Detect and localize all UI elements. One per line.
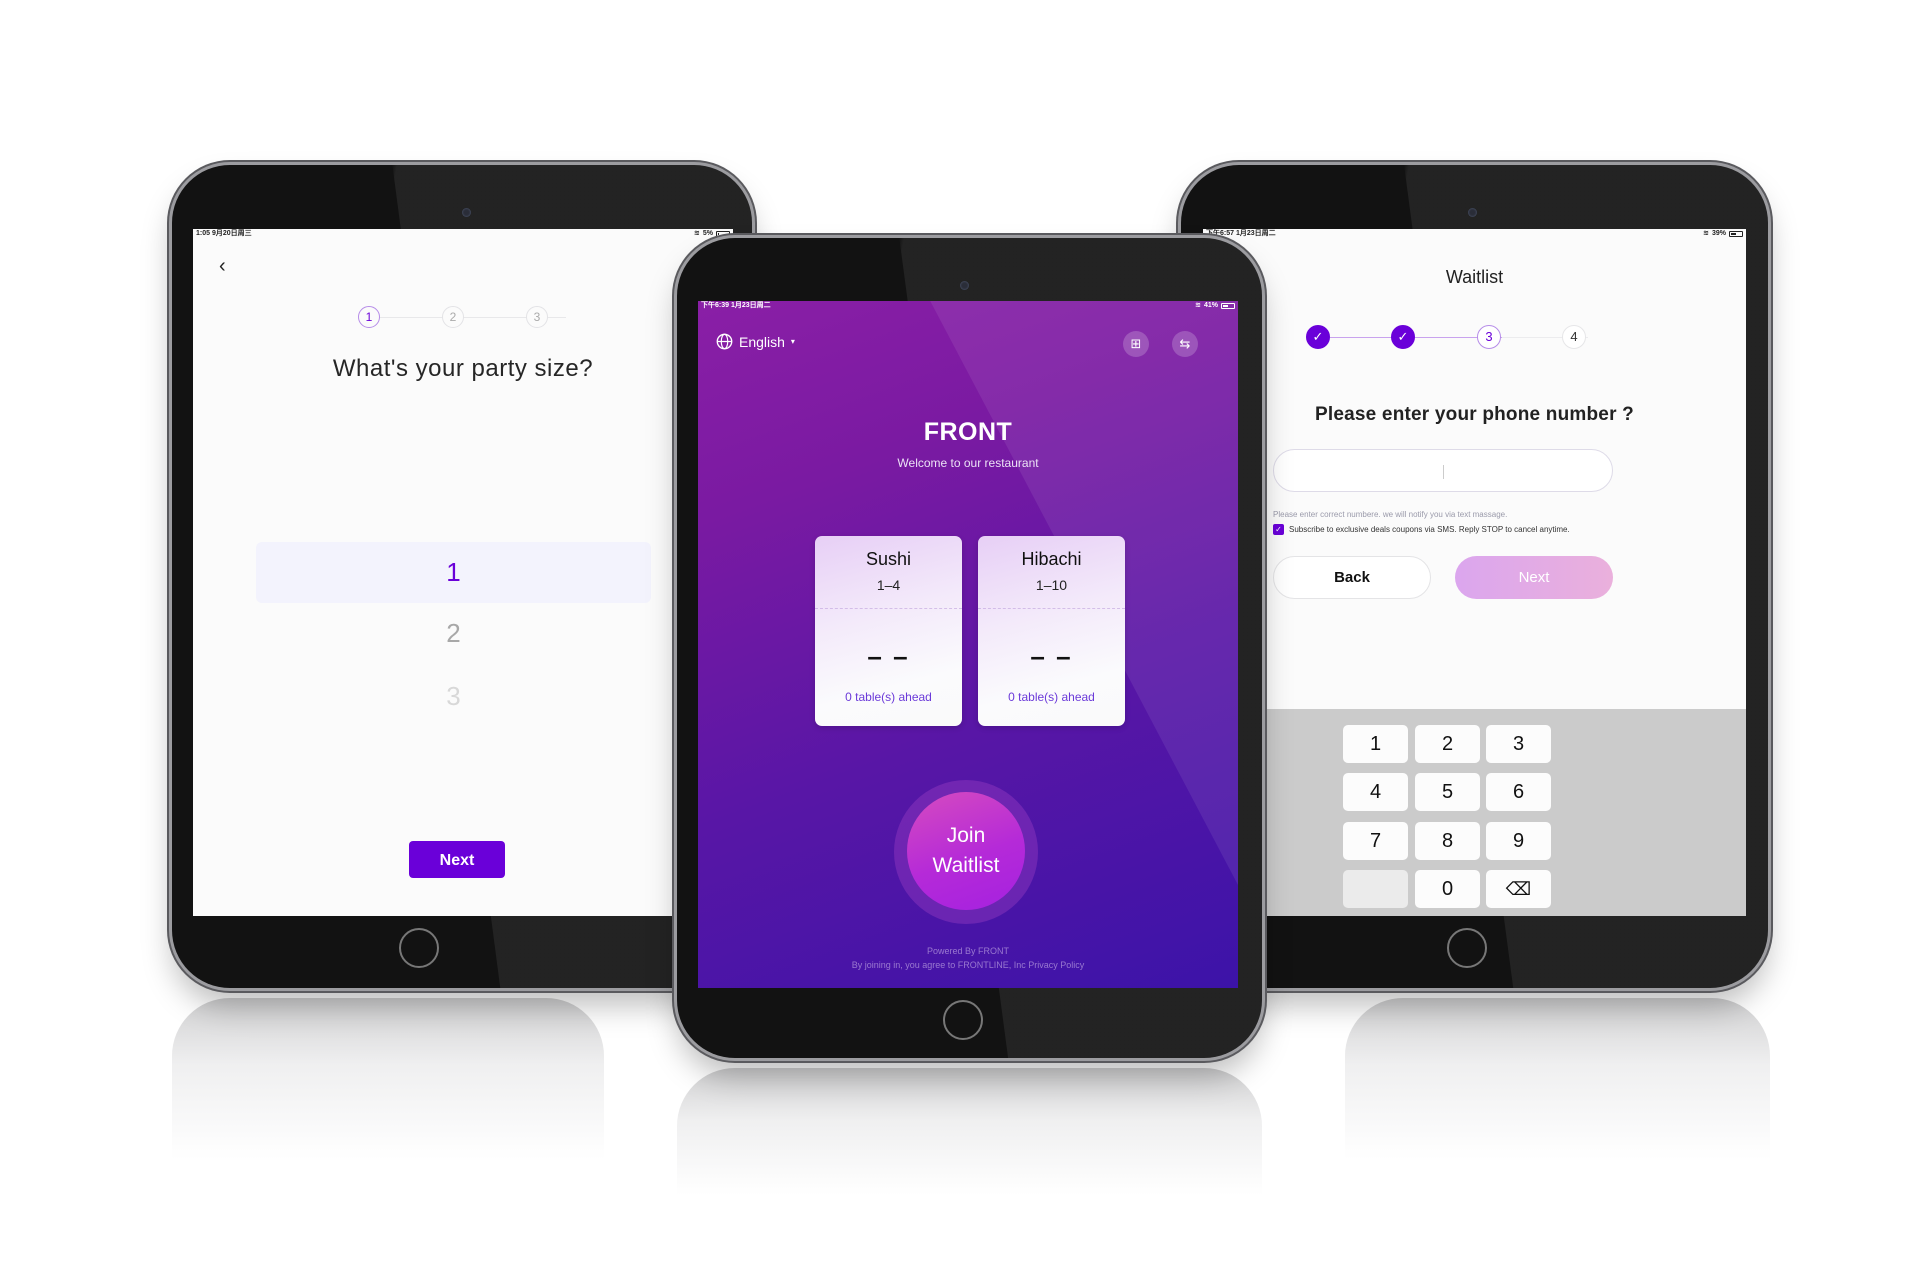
back-button[interactable]: Back (1273, 556, 1431, 599)
wifi-icon: ≋ (694, 230, 700, 237)
backspace-icon: ⌫ (1505, 879, 1532, 899)
left-tablet: 1:05 9月20日周三 ≋ 5% ‹ 1 2 3 What's your par… (172, 165, 752, 988)
backspace-key[interactable]: ⌫ (1486, 870, 1551, 908)
step-2: 2 (442, 306, 464, 328)
status-bar: 下午6:39 1月23日周二 ≋ 41% (698, 301, 1238, 311)
center-tablet-reflection (677, 1068, 1262, 1218)
card-divider (978, 608, 1125, 609)
right-tablet: 下午6:57 1月23日周二 ≋ 39% Waitlist ✓ ✓ 3 4 Ple… (1181, 165, 1768, 988)
phone-entry-screen: 下午6:57 1月23日周二 ≋ 39% Waitlist ✓ ✓ 3 4 Ple… (1203, 229, 1746, 916)
battery-icon (716, 231, 730, 237)
subscribe-row[interactable]: ✓ Subscribe to exclusive deals coupons v… (1273, 524, 1570, 535)
language-label: English (739, 333, 785, 350)
party-option-1[interactable]: 1 (256, 542, 651, 603)
powered-by: Powered By FRONT (926, 946, 1010, 956)
card-divider (815, 608, 962, 609)
next-button[interactable]: Next (409, 841, 505, 878)
key-0[interactable]: 0 (1415, 870, 1480, 908)
globe-icon (716, 333, 733, 350)
qr-code-button[interactable]: ⊞ (1123, 331, 1149, 357)
key-8[interactable]: 8 (1415, 822, 1480, 860)
step-2-done: ✓ (1391, 325, 1415, 349)
queue-card-hibachi[interactable]: Hibachi 1–10 – – 0 table(s) ahead (978, 536, 1125, 726)
welcome-screen: 下午6:39 1月23日周二 ≋ 41% English ▾ ⊞ ⇆ FRONT … (698, 301, 1238, 988)
phone-hint: Please enter correct numbere. we will no… (1273, 510, 1508, 519)
queue-party-range: 1–4 (876, 577, 901, 593)
join-waitlist-button[interactable]: Join Waitlist (907, 792, 1025, 910)
step-3-current: 3 (1477, 325, 1501, 349)
exit-button[interactable]: ⇆ (1172, 331, 1198, 357)
wifi-icon: ≋ (1195, 302, 1201, 309)
camera-icon (1468, 208, 1477, 217)
key-4[interactable]: 4 (1343, 773, 1408, 811)
next-button[interactable]: Next (1455, 556, 1613, 599)
wifi-icon: ≋ (1703, 230, 1709, 237)
queue-party-range: 1–10 (1035, 577, 1068, 593)
key-blank (1343, 870, 1408, 908)
qr-code-icon: ⊞ (1130, 336, 1142, 351)
step-1-done: ✓ (1306, 325, 1330, 349)
step-4: 4 (1562, 325, 1586, 349)
numeric-keypad: 1 2 3 4 5 6 7 8 9 0 ⌫ (1203, 709, 1746, 916)
camera-icon (960, 281, 969, 290)
welcome-text: Welcome to our restaurant (897, 456, 1039, 470)
language-selector[interactable]: English ▾ (716, 333, 795, 350)
queue-wait: – – (1030, 641, 1073, 671)
privacy-agreement[interactable]: By joining in, you agree to FRONTLINE, I… (828, 959, 1108, 972)
left-tablet-reflection (172, 998, 604, 1188)
key-6[interactable]: 6 (1486, 773, 1551, 811)
key-5[interactable]: 5 (1415, 773, 1480, 811)
step-3: 3 (526, 306, 548, 328)
battery-icon (1729, 231, 1743, 237)
text-caret (1443, 465, 1444, 479)
phone-question: Please enter your phone number ? (1315, 404, 1634, 425)
status-bar: 下午6:57 1月23日周二 ≋ 39% (1203, 229, 1746, 239)
page-title: What's your party size? (332, 355, 594, 382)
home-button[interactable] (399, 928, 439, 968)
status-time: 1:05 9月20日周三 (196, 230, 252, 237)
queue-ahead: 0 table(s) ahead (1008, 690, 1095, 704)
subscribe-label: Subscribe to exclusive deals coupons via… (1289, 525, 1570, 534)
status-bar: 1:05 9月20日周三 ≋ 5% (193, 229, 733, 239)
back-chevron-icon[interactable]: ‹ (219, 255, 226, 278)
home-button[interactable] (943, 1000, 983, 1040)
party-option-2[interactable]: 2 (256, 603, 651, 664)
queue-ahead: 0 table(s) ahead (845, 690, 932, 704)
battery-percent: 5% (702, 230, 713, 237)
key-1[interactable]: 1 (1343, 725, 1408, 763)
battery-percent: 39% (1711, 230, 1726, 237)
battery-icon (1221, 303, 1235, 309)
step-1: 1 (358, 306, 380, 328)
party-option-3[interactable]: 3 (256, 666, 651, 727)
center-tablet: 下午6:39 1月23日周二 ≋ 41% English ▾ ⊞ ⇆ FRONT … (677, 238, 1262, 1058)
right-tablet-reflection (1345, 998, 1770, 1188)
home-button[interactable] (1447, 928, 1487, 968)
battery-percent: 41% (1203, 302, 1218, 309)
key-2[interactable]: 2 (1415, 725, 1480, 763)
caret-down-icon: ▾ (790, 337, 795, 346)
party-size-screen: 1:05 9月20日周三 ≋ 5% ‹ 1 2 3 What's your par… (193, 229, 733, 916)
subscribe-checkbox[interactable]: ✓ (1273, 524, 1284, 535)
queue-name: Hibachi (1021, 549, 1082, 569)
queue-card-sushi[interactable]: Sushi 1–4 – – 0 table(s) ahead (815, 536, 962, 726)
page-title: Waitlist (1445, 267, 1504, 287)
queue-name: Sushi (865, 549, 912, 569)
queue-wait: – – (867, 641, 910, 671)
key-3[interactable]: 3 (1486, 725, 1551, 763)
key-7[interactable]: 7 (1343, 822, 1408, 860)
key-9[interactable]: 9 (1486, 822, 1551, 860)
camera-icon (462, 208, 471, 217)
status-time: 下午6:57 1月23日周二 (1206, 230, 1276, 237)
status-time: 下午6:39 1月23日周二 (701, 302, 771, 309)
exit-icon: ⇆ (1179, 336, 1191, 351)
brand-title: FRONT (923, 418, 1013, 446)
